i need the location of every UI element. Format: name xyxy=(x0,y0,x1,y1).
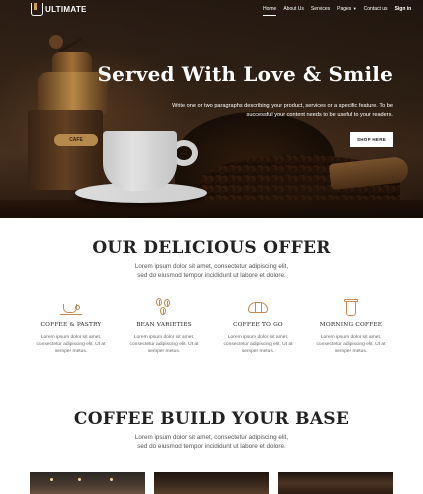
gallery-image-cafe-interior[interactable] xyxy=(30,472,145,494)
feature-desc-line: semper metus. xyxy=(241,349,275,354)
feature-description: Lorem ipsum dolor sit amet, consectetur … xyxy=(25,334,117,355)
grinder-knob-image xyxy=(49,35,63,49)
nav-home[interactable]: Home xyxy=(263,6,277,16)
main-nav: Home About Us Services Pages ▼ Contact u… xyxy=(263,6,411,16)
nav-pages[interactable]: Pages ▼ xyxy=(337,6,357,16)
coffee-beans-icon xyxy=(153,297,175,317)
feature-coffee-to-go: COFFEE TO GO Lorem ipsum dolor sit amet,… xyxy=(212,297,304,355)
base-section-title: COFFEE BUILD YOUR BASE xyxy=(73,409,350,429)
feature-desc-line: consectetur adipiscing elit. Ut at xyxy=(36,342,106,347)
feature-description: Lorem ipsum dolor sit amet, consectetur … xyxy=(212,334,304,355)
coffee-cup-icon xyxy=(60,297,82,317)
feature-desc-line: semper metus. xyxy=(334,349,368,354)
offer-section-title: OUR DELICIOUS OFFER xyxy=(92,238,331,258)
feature-bean-varieties: BEAN VARIETIES Lorem ipsum dolor sit ame… xyxy=(118,297,210,355)
brand-logo[interactable]: ULTIMATE xyxy=(31,3,87,16)
table-image xyxy=(0,200,423,218)
grinder-top-image xyxy=(52,52,92,74)
nav-contact-us[interactable]: Contact us xyxy=(364,6,388,16)
gallery-image-coffee-pour[interactable] xyxy=(278,472,393,494)
feature-title: MORNING COFFEE xyxy=(319,322,383,328)
logo-cup-icon xyxy=(31,3,43,16)
feature-title: COFFEE & PASTRY xyxy=(40,322,102,328)
caret-down-icon: ▼ xyxy=(352,6,357,11)
coffee-cup-image xyxy=(103,131,177,191)
brand-name: ULTIMATE xyxy=(45,5,87,14)
feature-desc-line: Lorem ipsum dolor sit amet, xyxy=(320,335,382,340)
feature-desc-line: consectetur adipiscing elit. Ut at xyxy=(129,342,199,347)
offer-subtitle-line: sed do eiusmod tempor incididunt ut labo… xyxy=(137,272,286,279)
nav-services[interactable]: Services xyxy=(311,6,330,16)
feature-title: BEAN VARIETIES xyxy=(136,322,192,328)
takeaway-cup-icon xyxy=(340,297,362,317)
feature-desc-line: consectetur adipiscing elit. Ut at xyxy=(223,342,293,347)
feature-coffee-pastry: COFFEE & PASTRY Lorem ipsum dolor sit am… xyxy=(25,297,117,355)
feature-desc-line: Lorem ipsum dolor sit amet, xyxy=(133,335,195,340)
hero-section: CAFE ULTIMATE Home About Us Services Pag… xyxy=(0,0,423,218)
feature-description: Lorem ipsum dolor sit amet, consectetur … xyxy=(305,334,397,355)
offer-section-subtitle: Lorem ipsum dolor sit amet, consectetur … xyxy=(0,262,423,280)
feature-desc-line: Lorem ipsum dolor sit amet, xyxy=(227,335,289,340)
shop-here-button[interactable]: SHOP HERE xyxy=(350,132,393,147)
feature-desc-line: semper metus. xyxy=(147,349,181,354)
gallery-image-barista[interactable] xyxy=(154,472,269,494)
features-row: COFFEE & PASTRY Lorem ipsum dolor sit am… xyxy=(0,297,423,367)
hero-description: Write one or two paragraphs describing y… xyxy=(172,103,393,118)
offer-subtitle-line: Lorem ipsum dolor sit amet, consectetur … xyxy=(134,263,289,270)
hero-title: Served With Love & Smile xyxy=(97,62,393,86)
grinder-label: CAFE xyxy=(54,134,98,146)
nav-about-us[interactable]: About Us xyxy=(283,6,304,16)
base-section-subtitle: Lorem ipsum dolor sit amet, consectetur … xyxy=(0,433,423,451)
feature-desc-line: consectetur adipiscing elit. Ut at xyxy=(316,342,386,347)
nav-pages-label: Pages xyxy=(337,6,352,12)
feature-desc-line: semper metus. xyxy=(54,349,88,354)
feature-morning-coffee: MORNING COFFEE Lorem ipsum dolor sit ame… xyxy=(305,297,397,355)
base-subtitle-line: Lorem ipsum dolor sit amet, consectetur … xyxy=(134,434,289,441)
coffee-grinder-image xyxy=(28,110,103,190)
feature-desc-line: Lorem ipsum dolor sit amet, xyxy=(40,335,102,340)
feature-title: COFFEE TO GO xyxy=(233,322,283,328)
nav-sign-in[interactable]: Sign in xyxy=(395,6,412,16)
feature-description: Lorem ipsum dolor sit amet, consectetur … xyxy=(118,334,210,355)
top-navigation-bar: ULTIMATE Home About Us Services Pages ▼ … xyxy=(0,0,423,22)
croissant-icon xyxy=(247,297,269,317)
base-subtitle-line: sed do eiusmod tempor incididunt ut labo… xyxy=(137,443,286,450)
